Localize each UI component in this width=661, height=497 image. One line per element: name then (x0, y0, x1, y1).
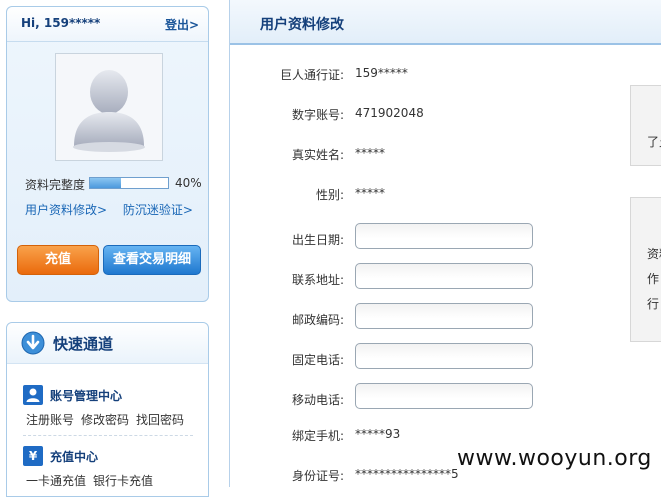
quick-access-panel: 快速通道 账号管理中心 注册账号 修改密码 找回密码 ¥ 充值中心 一卡通充值 银行卡… (6, 322, 209, 497)
side-note-box: 了允 (630, 85, 661, 166)
mobile-input[interactable] (355, 383, 533, 409)
field-value: 471902048 (355, 106, 424, 120)
completeness-label: 资料完整度 (25, 178, 86, 192)
bank-card-recharge-link[interactable]: 银行卡充值 (93, 474, 153, 488)
avatar (55, 53, 163, 161)
watermark: www.wooyun.org (457, 446, 652, 471)
arrow-down-circle-icon (21, 331, 45, 355)
anti-addiction-link[interactable]: 防沉迷验证> (123, 203, 193, 217)
form-row-id-number: 身份证号: ****************5 (230, 467, 580, 497)
page-title: 用户资料修改 (260, 17, 344, 33)
side-note-text: 了允 (647, 135, 661, 149)
field-label: 身份证号: (291, 469, 344, 483)
field-value: 159***** (355, 66, 408, 80)
side-tip-text: 资料 (647, 247, 661, 261)
field-label: 真实姓名: (291, 148, 344, 162)
card-recharge-link[interactable]: 一卡通充值 (26, 474, 86, 488)
postcode-input[interactable] (355, 303, 533, 329)
recharge-button[interactable]: 充值 (17, 245, 99, 275)
side-tip-text: 作 (647, 272, 660, 286)
form-row-gender: 性别: ***** (230, 186, 580, 216)
field-value: ***** (355, 186, 385, 200)
field-label: 性别: (315, 188, 344, 202)
field-value: *****93 (355, 427, 401, 441)
user-panel: Hi, 159***** 登出> 资料完整度 40% 用户资料修改> 防沉迷验证… (6, 6, 209, 302)
landline-input[interactable] (355, 343, 533, 369)
recover-password-link[interactable]: 找回密码 (136, 413, 184, 427)
view-transactions-button[interactable]: 查看交易明细 (103, 245, 201, 275)
default-avatar-icon (73, 70, 145, 152)
logout-link[interactable]: 登出> (165, 16, 199, 33)
field-label: 固定电话: (291, 353, 344, 367)
section-divider (23, 435, 193, 436)
recharge-center-links: 一卡通充值 银行卡充值 (26, 472, 160, 489)
form-row-birth-date: 出生日期: (230, 223, 580, 261)
account-center-links: 注册账号 修改密码 找回密码 (26, 411, 191, 428)
field-label: 移动电话: (291, 393, 344, 407)
side-tip-box: 资料 作 行 (630, 197, 661, 342)
quick-access-title: 快速通道 (53, 335, 114, 353)
edit-profile-link[interactable]: 用户资料修改> (25, 203, 107, 217)
completeness-progress-bar (89, 177, 169, 189)
profile-completeness: 资料完整度 40% (25, 175, 205, 192)
form-row-mobile: 移动电话: (230, 383, 580, 421)
field-label: 联系地址: (291, 273, 344, 287)
form-row-real-name: 真实姓名: ***** (230, 146, 580, 176)
field-value: ***** (355, 146, 385, 160)
change-password-link[interactable]: 修改密码 (81, 413, 129, 427)
address-input[interactable] (355, 263, 533, 289)
field-label: 绑定手机: (291, 429, 344, 443)
form-row-address: 联系地址: (230, 263, 580, 301)
account-center-title[interactable]: 账号管理中心 (50, 387, 122, 404)
recharge-center-title[interactable]: 充值中心 (50, 448, 98, 465)
user-panel-header: Hi, 159***** 登出> (7, 7, 208, 42)
left-sidebar: Hi, 159***** 登出> 资料完整度 40% 用户资料修改> 防沉迷验证… (0, 0, 220, 497)
completeness-percent: 40% (175, 176, 202, 190)
yen-icon: ¥ (23, 446, 43, 466)
quick-access-header: 快速通道 (7, 323, 208, 364)
user-greeting: Hi, 159***** (21, 16, 101, 30)
field-label: 巨人通行证: (279, 68, 344, 82)
side-tip-text: 行 (647, 297, 660, 311)
register-account-link[interactable]: 注册账号 (26, 413, 74, 427)
main-header: 用户资料修改 (230, 0, 661, 45)
field-label: 出生日期: (291, 233, 344, 247)
form-row-passport: 巨人通行证: 159***** (230, 66, 580, 96)
progress-fill (90, 178, 122, 188)
profile-links: 用户资料修改> 防沉迷验证> (25, 201, 193, 218)
form-row-digital-account: 数字账号: 471902048 (230, 106, 580, 136)
field-value: ****************5 (355, 467, 459, 481)
birth-date-input[interactable] (355, 223, 533, 249)
form-row-postcode: 邮政编码: (230, 303, 580, 341)
field-label: 数字账号: (291, 108, 344, 122)
form-row-landline: 固定电话: (230, 343, 580, 381)
field-label: 邮政编码: (291, 313, 344, 327)
user-icon (23, 385, 43, 405)
